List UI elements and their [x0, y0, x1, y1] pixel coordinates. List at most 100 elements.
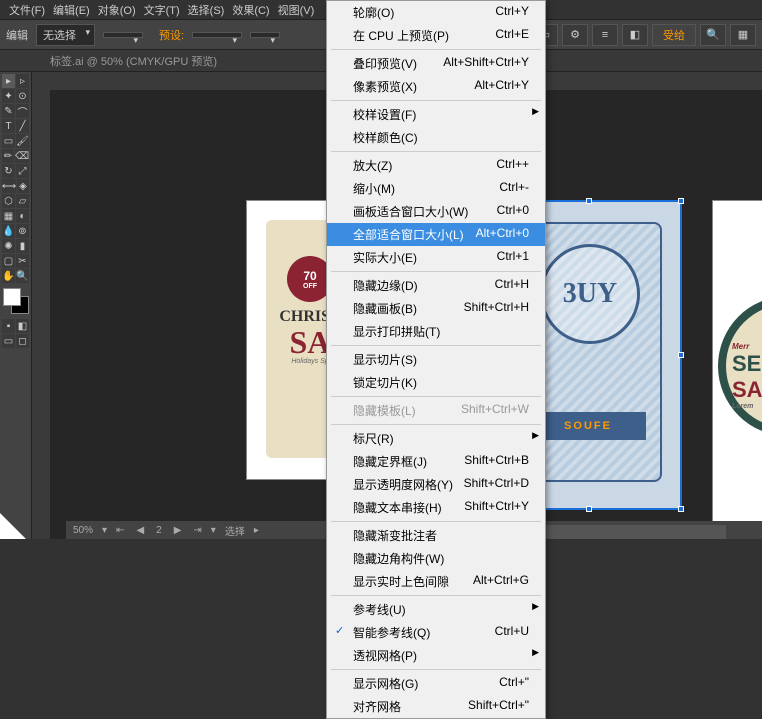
document-tab[interactable]: 标签.ai @ 50% (CMYK/GPU 预览): [50, 53, 217, 69]
blend-tool[interactable]: ⊚: [16, 224, 29, 238]
selection-dropdown[interactable]: 无选择: [36, 24, 95, 46]
style-dropdown[interactable]: [250, 32, 280, 38]
selection-handle[interactable]: [678, 352, 684, 358]
menu-item[interactable]: 标尺(R)▶: [327, 427, 545, 450]
menu-item[interactable]: 效果(C): [228, 0, 273, 20]
pen-tool[interactable]: ✎: [2, 104, 15, 118]
selection-handle[interactable]: [678, 506, 684, 512]
preset-dropdown[interactable]: [192, 32, 242, 38]
nav-next[interactable]: ▶: [171, 525, 185, 536]
transform-icon[interactable]: ◧: [622, 24, 648, 46]
menu-shortcut: Shift+Ctrl+Y: [464, 499, 529, 516]
menu-item[interactable]: 对齐网格Shift+Ctrl+": [327, 695, 545, 718]
menu-item[interactable]: 参考线(U)▶: [327, 598, 545, 621]
menu-item[interactable]: 叠印预览(V)Alt+Shift+Ctrl+Y: [327, 52, 545, 75]
eyedropper-tool[interactable]: 💧: [2, 224, 15, 238]
search-icon[interactable]: 🔍: [700, 24, 726, 46]
screen-mode[interactable]: ▭: [2, 334, 15, 348]
menu-item[interactable]: 显示网格(G)Ctrl+": [327, 672, 545, 695]
graph-tool[interactable]: ▮: [16, 239, 29, 253]
zoom-dropdown-icon[interactable]: ▾: [102, 525, 107, 536]
rotate-tool[interactable]: ↻: [2, 164, 15, 178]
menu-item[interactable]: 隐藏渐变批注者: [327, 524, 545, 547]
menu-item[interactable]: 校样设置(F)▶: [327, 103, 545, 126]
menu-item[interactable]: 隐藏边缘(D)Ctrl+H: [327, 274, 545, 297]
slice-tool[interactable]: ✂: [16, 254, 29, 268]
menu-item[interactable]: 隐藏定界框(J)Shift+Ctrl+B: [327, 450, 545, 473]
artboard-tool[interactable]: ▢: [2, 254, 15, 268]
menu-item[interactable]: 全部适合窗口大小(L)Alt+Ctrl+0: [327, 223, 545, 246]
align-icon[interactable]: ≡: [592, 24, 618, 46]
stroke-dropdown[interactable]: [103, 32, 143, 38]
selection-handle[interactable]: [678, 198, 684, 204]
menu-item[interactable]: 放大(Z)Ctrl++: [327, 154, 545, 177]
shaper-tool[interactable]: ✏: [2, 149, 14, 163]
width-tool[interactable]: ⟷: [2, 179, 16, 193]
menu-item[interactable]: 锁定切片(K): [327, 371, 545, 394]
menu-item[interactable]: 在 CPU 上预览(P)Ctrl+E: [327, 24, 545, 47]
menu-item[interactable]: 缩小(M)Ctrl+-: [327, 177, 545, 200]
lasso-tool[interactable]: ⊙: [16, 89, 29, 103]
brush-tool[interactable]: 🖌: [16, 134, 29, 148]
menu-item[interactable]: 隐藏画板(B)Shift+Ctrl+H: [327, 297, 545, 320]
menu-item[interactable]: 视图(V): [274, 0, 319, 20]
menu-item[interactable]: 画板适合窗口大小(W)Ctrl+0: [327, 200, 545, 223]
menu-item[interactable]: 校样颜色(C): [327, 126, 545, 149]
type-tool[interactable]: T: [2, 119, 15, 133]
menu-item[interactable]: 显示切片(S): [327, 348, 545, 371]
menu-item[interactable]: 文字(T): [140, 0, 184, 20]
menu-item-label: 显示打印拼贴(T): [353, 323, 440, 340]
menu-item-label: 缩小(M): [353, 180, 395, 197]
free-transform-tool[interactable]: ◈: [17, 179, 29, 193]
menu-item[interactable]: 文件(F): [5, 0, 49, 20]
line-tool[interactable]: ╱: [16, 119, 29, 133]
direct-select-tool[interactable]: ▹: [16, 74, 29, 88]
scale-tool[interactable]: ⤢: [16, 164, 29, 178]
zoom-display[interactable]: 50%: [70, 525, 96, 536]
menu-shortcut: Ctrl+": [499, 675, 529, 692]
nav-last[interactable]: ⇥: [190, 525, 204, 536]
nav-dropdown-icon[interactable]: ▾: [211, 525, 216, 536]
arrange-icon[interactable]: ▦: [730, 24, 756, 46]
menu-item[interactable]: 选择(S): [184, 0, 229, 20]
menu-item[interactable]: 显示透明度网格(Y)Shift+Ctrl+D: [327, 473, 545, 496]
menu-item[interactable]: 隐藏文本串接(H)Shift+Ctrl+Y: [327, 496, 545, 519]
selection-handle[interactable]: [586, 198, 592, 204]
artboard-number[interactable]: 2: [153, 525, 165, 536]
symbol-tool[interactable]: ✺: [2, 239, 15, 253]
menu-separator: [331, 595, 541, 596]
menu-item[interactable]: 透视网格(P)▶: [327, 644, 545, 667]
mesh-tool[interactable]: ▦: [2, 209, 15, 223]
nav-first[interactable]: ⇤: [113, 525, 127, 536]
fill-stroke-swatch[interactable]: [3, 288, 29, 314]
gradient-tool[interactable]: ◐: [16, 209, 29, 223]
shape-builder-tool[interactable]: ⬡: [2, 194, 15, 208]
nav-prev[interactable]: ◀: [133, 525, 147, 536]
prefs-icon[interactable]: ⚙: [562, 24, 588, 46]
gradient-mode[interactable]: ◧: [16, 319, 29, 333]
screen-mode-2[interactable]: ◻: [16, 334, 29, 348]
status-arrow-icon[interactable]: ▸: [254, 525, 259, 536]
menu-item[interactable]: 编辑(E): [49, 0, 94, 20]
menu-item[interactable]: 轮廓(O)Ctrl+Y: [327, 1, 545, 24]
hand-tool[interactable]: ✋: [2, 269, 15, 283]
menu-item[interactable]: 显示实时上色间隙Alt+Ctrl+G: [327, 570, 545, 593]
menu-separator: [331, 424, 541, 425]
menu-separator: [331, 669, 541, 670]
rectangle-tool[interactable]: ▭: [2, 134, 15, 148]
menu-item[interactable]: 隐藏边角构件(W): [327, 547, 545, 570]
menu-item[interactable]: ✓智能参考线(Q)Ctrl+U: [327, 621, 545, 644]
menu-item[interactable]: 像素预览(X)Alt+Ctrl+Y: [327, 75, 545, 98]
eraser-tool[interactable]: ⌫: [15, 149, 29, 163]
menu-item[interactable]: 显示打印拼贴(T): [327, 320, 545, 343]
color-mode[interactable]: ▪: [2, 319, 15, 333]
accept-button[interactable]: 受给: [652, 24, 696, 46]
menu-item[interactable]: 对象(O): [94, 0, 140, 20]
selection-handle[interactable]: [586, 506, 592, 512]
curvature-tool[interactable]: ⌒: [16, 104, 29, 118]
menu-item[interactable]: 实际大小(E)Ctrl+1: [327, 246, 545, 269]
selection-tool[interactable]: ▸: [2, 74, 15, 88]
perspective-tool[interactable]: ▱: [16, 194, 29, 208]
zoom-tool[interactable]: 🔍: [16, 269, 29, 283]
magic-wand-tool[interactable]: ✦: [2, 89, 15, 103]
